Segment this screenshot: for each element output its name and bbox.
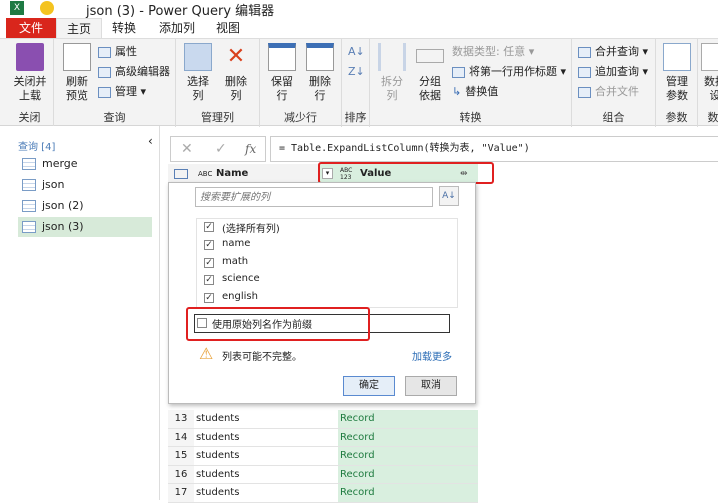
group-query: 刷新 预览 属性 高级编辑器 管理 ▾ 查询 xyxy=(54,39,176,127)
tab-home[interactable]: 主页 xyxy=(56,18,102,38)
highlight-value-header xyxy=(318,162,494,184)
table-icon xyxy=(452,66,465,78)
query-item-json[interactable]: json xyxy=(18,175,152,195)
window-title: json (3) - Power Query 编辑器 xyxy=(86,4,275,19)
manage-parameters-button[interactable]: 管理 参数 xyxy=(658,43,696,103)
ribbon: 关闭并 上载 关闭 刷新 预览 属性 高级编辑器 管理 ▾ 查询 选择 列 ✕ 删… xyxy=(0,38,718,127)
queries-pane: 查询 [4] ‹ merge json json (2) json (3) xyxy=(0,126,160,500)
properties-icon xyxy=(98,46,111,58)
remove-columns-icon: ✕ xyxy=(226,44,246,69)
group-by-button[interactable]: 分组 依据 xyxy=(412,43,448,103)
table-row: 15 students Record xyxy=(168,447,478,466)
group-combine: 合并查询 ▾ 追加查询 ▾ 合并文件 组合 xyxy=(572,39,656,127)
remove-rows-button[interactable]: 删除 行 xyxy=(302,43,338,103)
table-icon xyxy=(22,158,36,170)
keep-rows-button[interactable]: 保留 行 xyxy=(264,43,300,103)
split-column-icon xyxy=(378,43,406,71)
warning-icon: ⚠ xyxy=(199,344,214,363)
replace-icon: ↳ xyxy=(452,85,462,98)
properties-button[interactable]: 属性 xyxy=(98,43,137,61)
query-item-json-2[interactable]: json (2) xyxy=(18,196,152,216)
table-icon xyxy=(22,221,36,233)
table-row: 16 students Record xyxy=(168,465,478,484)
checkbox-english[interactable]: ✓ xyxy=(204,293,214,303)
refresh-preview-button[interactable]: 刷新 预览 xyxy=(58,43,96,103)
advanced-editor-button[interactable]: 高级编辑器 xyxy=(98,63,170,81)
warning-text: 列表可能不完整。 xyxy=(222,352,302,363)
group-reduce-rows: 保留 行 删除 行 减少行 xyxy=(260,39,342,127)
tab-view[interactable]: 视图 xyxy=(208,18,248,38)
sort-az-button[interactable]: A↓ xyxy=(439,186,459,206)
fx-icon[interactable]: fx xyxy=(245,137,256,161)
merge-icon xyxy=(578,46,591,58)
close-load-button[interactable]: 关闭并 上载 xyxy=(8,43,52,103)
query-item-json-3[interactable]: json (3) xyxy=(18,217,152,237)
close-load-icon xyxy=(16,43,44,71)
checkbox-science[interactable]: ✓ xyxy=(204,275,214,285)
tab-transform[interactable]: 转换 xyxy=(104,18,144,38)
checkbox-select-all[interactable]: ✓ xyxy=(204,222,214,232)
group-close: 关闭并 上载 关闭 xyxy=(6,39,54,127)
choose-columns-icon xyxy=(184,43,212,71)
data-source-button[interactable]: 数据 设 xyxy=(700,43,718,103)
group-manage-columns: 选择 列 ✕ 删除 列 管理列 xyxy=(176,39,260,127)
collapse-chevron-icon[interactable]: ‹ xyxy=(148,134,153,148)
merge-queries-button[interactable]: 合并查询 ▾ xyxy=(578,43,648,61)
use-first-row-headers-button[interactable]: 将第一行用作标题 ▾ xyxy=(452,63,566,81)
group-data-source: 数据 设 数 xyxy=(698,39,718,127)
text-type-icon[interactable]: ABC xyxy=(198,164,212,184)
group-parameters: 管理 参数 参数 xyxy=(656,39,698,127)
remove-columns-button[interactable]: ✕ 删除 列 xyxy=(218,43,254,103)
checkbox-name[interactable]: ✓ xyxy=(204,240,214,250)
ok-button[interactable]: 确定 xyxy=(343,376,395,396)
group-sort: A↓ Z↓ 排序 xyxy=(342,39,370,127)
combine-files-icon xyxy=(578,86,591,98)
manage-button[interactable]: 管理 ▾ xyxy=(98,83,146,101)
data-source-icon xyxy=(701,43,718,71)
title-bar: X json (3) - Power Query 编辑器 xyxy=(0,0,718,19)
refresh-icon xyxy=(63,43,91,71)
table-menu-icon[interactable] xyxy=(174,169,188,179)
table-row: 14 students Record xyxy=(168,428,478,447)
tab-file[interactable]: 文件 xyxy=(6,18,56,38)
smiley-icon[interactable] xyxy=(40,1,54,15)
choose-columns-button[interactable]: 选择 列 xyxy=(180,43,216,103)
table-icon xyxy=(22,200,36,212)
queries-header: 查询 [4] xyxy=(18,142,56,153)
excel-icon: X xyxy=(10,1,24,15)
formula-input[interactable]: = Table.ExpandListColumn(转换为表, "Value") xyxy=(270,136,718,162)
manage-icon xyxy=(98,86,111,98)
search-columns-input[interactable] xyxy=(195,187,433,207)
sort-asc-icon[interactable]: A↓ xyxy=(348,43,365,61)
split-column-button[interactable]: 拆分 列 xyxy=(374,43,410,103)
highlight-prefix-option xyxy=(186,307,370,341)
column-header-name[interactable]: Name xyxy=(216,164,248,184)
load-more-link[interactable]: 加载更多 xyxy=(412,348,452,363)
checkbox-math[interactable]: ✓ xyxy=(204,258,214,268)
parameters-icon xyxy=(663,43,691,71)
query-item-merge[interactable]: merge xyxy=(18,154,152,174)
replace-values-button[interactable]: ↳ 替换值 xyxy=(452,83,498,101)
confirm-icon[interactable]: ✓ xyxy=(215,137,227,161)
append-queries-button[interactable]: 追加查询 ▾ xyxy=(578,63,648,81)
advanced-editor-icon xyxy=(98,66,111,78)
tab-add-column[interactable]: 添加列 xyxy=(152,18,202,38)
formula-bar: ✕ ✓ fx = Table.ExpandListColumn(转换为表, "V… xyxy=(170,136,718,162)
data-type-dropdown[interactable]: 数据类型: 任意 ▾ xyxy=(452,43,534,61)
combine-files-button[interactable]: 合并文件 xyxy=(578,83,639,101)
keep-rows-icon xyxy=(268,43,296,71)
cancel-button[interactable]: 取消 xyxy=(405,376,457,396)
table-row: 13 students Record xyxy=(168,410,478,429)
group-by-icon xyxy=(416,49,444,63)
cancel-icon[interactable]: ✕ xyxy=(181,137,193,161)
table-icon xyxy=(22,179,36,191)
append-icon xyxy=(578,66,591,78)
group-transform: 拆分 列 分组 依据 数据类型: 任意 ▾ 将第一行用作标题 ▾ ↳ 替换值 转换 xyxy=(370,39,572,127)
sort-desc-icon[interactable]: Z↓ xyxy=(348,63,365,81)
remove-rows-icon xyxy=(306,43,334,71)
